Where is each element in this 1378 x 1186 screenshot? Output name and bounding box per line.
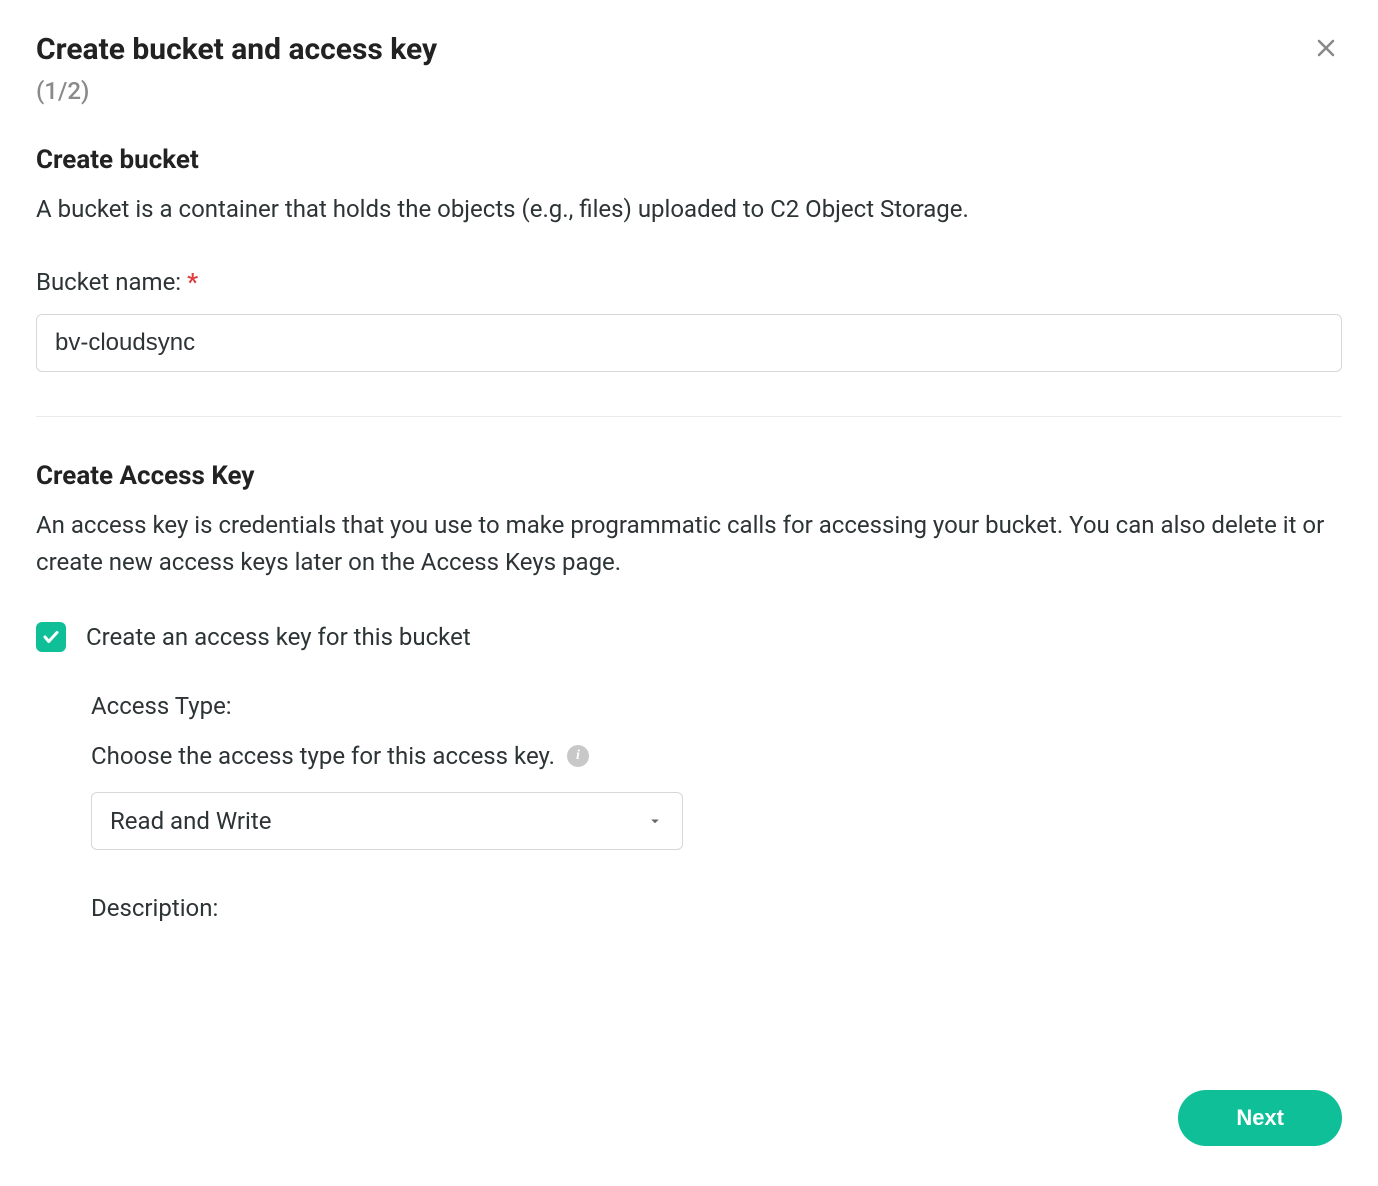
- next-button[interactable]: Next: [1178, 1090, 1342, 1146]
- info-icon[interactable]: i: [567, 745, 589, 767]
- dialog-title: Create bucket and access key: [36, 32, 437, 67]
- dialog-header-text: Create bucket and access key (1/2): [36, 32, 437, 105]
- access-type-hint-row: Choose the access type for this access k…: [91, 742, 1342, 770]
- dialog-header: Create bucket and access key (1/2): [0, 0, 1378, 113]
- create-key-checkbox-row: Create an access key for this bucket: [36, 622, 1342, 652]
- section-divider: [36, 416, 1342, 417]
- bucket-name-label: Bucket name: *: [36, 268, 1342, 296]
- create-key-description: An access key is credentials that you us…: [36, 507, 1342, 581]
- create-key-checkbox-label: Create an access key for this bucket: [86, 623, 471, 651]
- close-button[interactable]: [1310, 32, 1342, 64]
- check-icon: [42, 628, 60, 646]
- key-description-label: Description:: [91, 894, 1342, 922]
- create-key-checkbox[interactable]: [36, 622, 66, 652]
- access-type-hint: Choose the access type for this access k…: [91, 742, 555, 770]
- close-icon: [1314, 36, 1338, 60]
- dialog-footer: Next: [0, 1066, 1378, 1186]
- dialog-step-indicator: (1/2): [36, 77, 437, 105]
- access-type-select[interactable]: Read and Write: [91, 792, 683, 850]
- dialog-body: Create bucket A bucket is a container th…: [0, 113, 1378, 1066]
- access-type-select-value: Read and Write: [110, 807, 271, 835]
- access-key-config: Access Type: Choose the access type for …: [91, 692, 1342, 922]
- required-indicator: *: [187, 268, 198, 296]
- chevron-down-icon: [646, 812, 664, 830]
- bucket-name-label-text: Bucket name:: [36, 268, 181, 296]
- create-bucket-section-title: Create bucket: [36, 145, 1342, 175]
- create-key-section-title: Create Access Key: [36, 461, 1342, 491]
- bucket-name-input[interactable]: [36, 314, 1342, 372]
- create-bucket-dialog: Create bucket and access key (1/2) Creat…: [0, 0, 1378, 1186]
- create-bucket-description: A bucket is a container that holds the o…: [36, 191, 1342, 228]
- access-type-label: Access Type:: [91, 692, 1342, 720]
